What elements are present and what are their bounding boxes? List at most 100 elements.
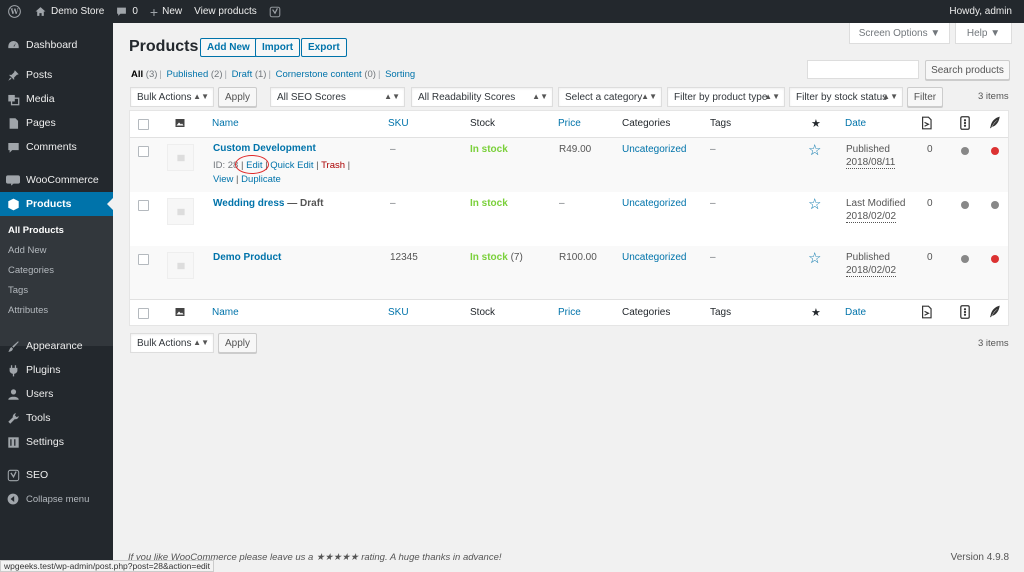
sidebar-item-settings[interactable]: Settings [0, 430, 113, 454]
apply-button-top[interactable]: Apply [218, 87, 257, 107]
product-thumbnail[interactable] [167, 144, 194, 171]
screen-options-button[interactable]: Screen Options ▼ [849, 23, 950, 44]
yoast-seo-icon[interactable] [263, 0, 287, 23]
featured-star-icon[interactable]: ★ [811, 117, 821, 130]
date-cell: Published 2018/02/02 [846, 251, 897, 277]
column-sku[interactable]: SKU [388, 307, 409, 318]
view-published[interactable]: Published (2) [167, 69, 223, 80]
sidebar-item-comments[interactable]: Comments [0, 135, 113, 159]
filter-button[interactable]: Filter [907, 87, 943, 107]
featured-star-icon[interactable]: ★ [811, 306, 821, 319]
sidebar-item-label: SEO [26, 469, 49, 481]
add-new-button[interactable]: Add New [200, 38, 257, 57]
product-thumbnail[interactable] [167, 252, 194, 279]
category-link[interactable]: Uncategorized [622, 252, 686, 263]
category-link[interactable]: Uncategorized [622, 144, 686, 155]
apply-button-bottom[interactable]: Apply [218, 333, 257, 353]
help-button[interactable]: Help ▼ [955, 23, 1012, 44]
featured-star-outline-icon[interactable]: ☆ [808, 249, 821, 267]
date-status: Published [846, 144, 890, 155]
duplicate-link[interactable]: Duplicate [241, 174, 281, 185]
sidebar-collapse-menu[interactable]: Collapse menu [0, 487, 113, 511]
sidebar-item-appearance[interactable]: Appearance [0, 334, 113, 358]
column-name[interactable]: Name [212, 307, 239, 318]
select-all-checkbox[interactable] [138, 119, 149, 130]
view-cornerstone[interactable]: Cornerstone content (0) [276, 69, 376, 80]
column-date[interactable]: Date [845, 307, 866, 318]
column-price[interactable]: Price [558, 307, 581, 318]
table-footer: Name SKU Stock Price Categories Tags ★ D… [130, 299, 1008, 326]
quick-edit-link[interactable]: Quick Edit [270, 160, 313, 171]
wordpress-logo-icon[interactable]: W [0, 0, 29, 23]
sidebar-item-users[interactable]: Users [0, 382, 113, 406]
sidebar-item-dashboard[interactable]: Dashboard [0, 33, 113, 57]
date-cell: Published 2018/08/11 [846, 143, 896, 169]
image-column-icon [175, 307, 185, 320]
select-value: All SEO Scores [277, 91, 346, 103]
submenu-attributes[interactable]: Attributes [8, 305, 48, 316]
wrench-icon [6, 411, 20, 425]
featured-star-outline-icon[interactable]: ☆ [808, 195, 821, 213]
sku-value: – [390, 198, 396, 209]
import-button[interactable]: Import [255, 38, 301, 57]
plus-icon: + [149, 3, 159, 20]
site-name-link[interactable]: Demo Store [29, 0, 110, 23]
view-sorting[interactable]: Sorting [385, 69, 415, 80]
bulk-actions-select-bottom[interactable]: Bulk Actions ▲▼ [130, 333, 214, 353]
sidebar-item-products[interactable]: Products [0, 192, 113, 216]
stock-status-select[interactable]: Filter by stock status ▲▼ [789, 87, 903, 107]
comments-column-icon [920, 305, 933, 322]
product-name-link[interactable]: Wedding dress [213, 198, 285, 209]
submenu-tags[interactable]: Tags [8, 285, 28, 296]
column-tags: Tags [710, 307, 732, 318]
export-button[interactable]: Export [301, 38, 347, 57]
search-products-button[interactable]: Search products [925, 60, 1010, 80]
column-sku[interactable]: SKU [388, 118, 409, 129]
submenu-all-products[interactable]: All Products [8, 225, 64, 236]
category-link[interactable]: Uncategorized [622, 198, 686, 209]
box-icon [6, 197, 20, 211]
seo-scores-select[interactable]: All SEO Scores ▲▼ [270, 87, 405, 107]
submenu-categories[interactable]: Categories [8, 265, 54, 276]
comments-link[interactable]: 0 [110, 0, 144, 23]
sidebar-item-woocommerce[interactable]: WooCommerce [0, 168, 113, 192]
select-arrow-icon: ▲▼ [882, 92, 898, 101]
category-select[interactable]: Select a category ▲▼ [558, 87, 662, 107]
column-price[interactable]: Price [558, 118, 581, 129]
sidebar-item-media[interactable]: Media [0, 87, 113, 111]
view-draft[interactable]: Draft (1) [232, 69, 267, 80]
view-products-link[interactable]: View products [188, 0, 263, 23]
product-name-link[interactable]: Demo Product [213, 252, 281, 263]
row-checkbox[interactable] [138, 200, 149, 211]
column-date[interactable]: Date [845, 118, 866, 129]
sidebar-item-pages[interactable]: Pages [0, 111, 113, 135]
select-all-checkbox-bottom[interactable] [138, 308, 149, 319]
new-content-link[interactable]: + New [144, 0, 188, 23]
sku-value: 12345 [390, 252, 418, 263]
product-thumbnail[interactable] [167, 198, 194, 225]
view-all[interactable]: All (3) [131, 69, 157, 80]
sidebar-item-posts[interactable]: Posts [0, 63, 113, 87]
comment-count: 0 [927, 252, 933, 263]
sidebar-item-plugins[interactable]: Plugins [0, 358, 113, 382]
sidebar-item-tools[interactable]: Tools [0, 406, 113, 430]
sidebar-item-seo[interactable]: SEO [0, 463, 113, 487]
my-account-link[interactable]: Howdy, admin [943, 0, 1024, 23]
edit-highlight-circle [235, 155, 269, 174]
products-submenu: All Products Add New Categories Tags Att… [0, 216, 113, 346]
trash-link[interactable]: Trash [321, 160, 345, 171]
submenu-add-new[interactable]: Add New [8, 245, 47, 256]
view-link[interactable]: View [213, 174, 233, 185]
product-name-link[interactable]: Custom Development [213, 143, 316, 154]
bulk-actions-select-top[interactable]: Bulk Actions ▲▼ [130, 87, 214, 107]
row-checkbox[interactable] [138, 254, 149, 265]
seo-score-column-icon [960, 116, 970, 133]
search-input[interactable] [807, 60, 919, 79]
featured-star-outline-icon[interactable]: ☆ [808, 141, 821, 159]
readability-select[interactable]: All Readability Scores ▲▼ [411, 87, 553, 107]
product-type-select[interactable]: Filter by product type ▲▼ [667, 87, 785, 107]
comments-column-icon [920, 116, 933, 133]
column-name[interactable]: Name [212, 118, 239, 129]
account-greeting: Howdy, admin [949, 6, 1012, 17]
row-checkbox[interactable] [138, 146, 149, 157]
